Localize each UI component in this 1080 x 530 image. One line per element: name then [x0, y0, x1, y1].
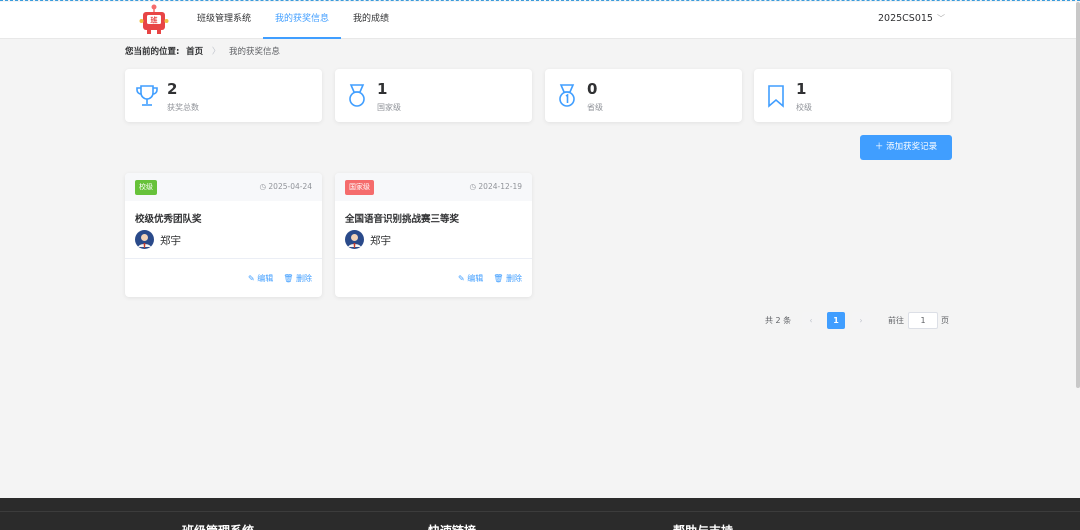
- medal-icon: [349, 84, 365, 107]
- award-actions: ✎ 编辑 🗑 删除: [458, 273, 522, 284]
- award-card-header: 国家级 ◷ 2024-12-19: [335, 173, 532, 201]
- pagination-total: 共 2 条: [765, 316, 792, 325]
- award-title: 校级优秀团队奖: [135, 214, 202, 225]
- footer-heading-system: 班级管理系统: [182, 522, 254, 530]
- award-card: 国家级 ◷ 2024-12-19 全国语音识别挑战赛三等奖 郑宇 ✎ 编辑 🗑 …: [335, 173, 532, 297]
- class-logo-icon[interactable]: 班: [139, 3, 169, 35]
- top-header: 班 班级管理系统 我的获奖信息 我的成绩 2025CS015 ﹀: [0, 2, 1080, 39]
- delete-button[interactable]: 🗑 删除: [283, 273, 312, 284]
- bookmark-icon: [768, 85, 784, 108]
- footer-divider: [0, 511, 1080, 512]
- nav-class-management[interactable]: 班级管理系统: [185, 2, 263, 39]
- award-title: 全国语音识别挑战赛三等奖: [345, 214, 460, 225]
- pagination-unit: 页: [941, 316, 949, 325]
- award-card: 校级 ◷ 2025-04-24 校级优秀团队奖 郑宇 ✎ 编辑 🗑 删除: [125, 173, 322, 297]
- pagination-next-button[interactable]: ›: [852, 312, 870, 329]
- trophy-icon: [136, 85, 158, 106]
- stat-card-provincial: 0 省级: [545, 69, 742, 122]
- breadcrumb-current: 我的获奖信息: [229, 47, 281, 57]
- nav-my-awards[interactable]: 我的获奖信息: [263, 2, 342, 39]
- stat-card-national: 1 国家级: [335, 69, 532, 122]
- award-date: ◷ 2024-12-19: [469, 182, 522, 191]
- award-date: ◷ 2025-04-24: [259, 182, 312, 191]
- chevron-down-icon: ﹀: [936, 14, 945, 23]
- breadcrumb: 您当前的位置: 首页 〉 我的获奖信息: [125, 45, 280, 57]
- pagination-goto-input[interactable]: [908, 312, 938, 329]
- award-student-name: 郑宇: [370, 235, 391, 247]
- card-divider: [125, 258, 322, 259]
- stat-value: 0: [587, 80, 598, 98]
- logo-char: 班: [151, 16, 158, 25]
- edit-button[interactable]: ✎ 编辑: [458, 273, 483, 284]
- user-menu[interactable]: 2025CS015 ﹀: [878, 2, 945, 39]
- breadcrumb-label: 您当前的位置:: [125, 47, 180, 57]
- stat-value: 1: [796, 80, 807, 98]
- edit-button[interactable]: ✎ 编辑: [248, 273, 273, 284]
- award-level-tag: 国家级: [345, 180, 374, 195]
- card-divider: [335, 258, 532, 259]
- footer-heading-links: 快速链接: [428, 522, 476, 530]
- avatar: [345, 230, 364, 249]
- medal-one-icon: [559, 84, 575, 107]
- award-student-name: 郑宇: [160, 235, 181, 247]
- breadcrumb-separator: 〉: [211, 47, 221, 57]
- award-level-tag: 校级: [135, 180, 157, 195]
- stat-card-school: 1 校级: [754, 69, 951, 122]
- stat-value: 2: [167, 80, 178, 98]
- avatar: [135, 230, 154, 249]
- award-actions: ✎ 编辑 🗑 删除: [248, 273, 312, 284]
- delete-button[interactable]: 🗑 删除: [493, 273, 522, 284]
- stat-label: 校级: [796, 103, 812, 112]
- stat-label: 省级: [587, 103, 603, 112]
- stat-card-total: 2 获奖总数: [125, 69, 322, 122]
- stat-value: 1: [377, 80, 388, 98]
- footer: 班级管理系统 快速链接 帮助与支持: [0, 498, 1080, 530]
- main-nav: 班级管理系统 我的获奖信息 我的成绩: [185, 2, 401, 39]
- add-award-button[interactable]: ＋ 添加获奖记录: [860, 135, 952, 160]
- stat-label: 获奖总数: [167, 103, 199, 112]
- breadcrumb-home[interactable]: 首页: [186, 47, 203, 57]
- page-scrollbar[interactable]: [1076, 2, 1080, 388]
- award-card-header: 校级 ◷ 2025-04-24: [125, 173, 322, 201]
- stat-label: 国家级: [377, 103, 401, 112]
- pagination-page-1[interactable]: 1: [827, 312, 845, 329]
- nav-my-grades[interactable]: 我的成绩: [341, 2, 401, 39]
- footer-heading-help: 帮助与支持: [673, 522, 733, 530]
- pagination-goto-label: 前往: [888, 316, 904, 325]
- pagination-prev-button[interactable]: ‹: [802, 312, 820, 329]
- user-id: 2025CS015: [878, 13, 933, 24]
